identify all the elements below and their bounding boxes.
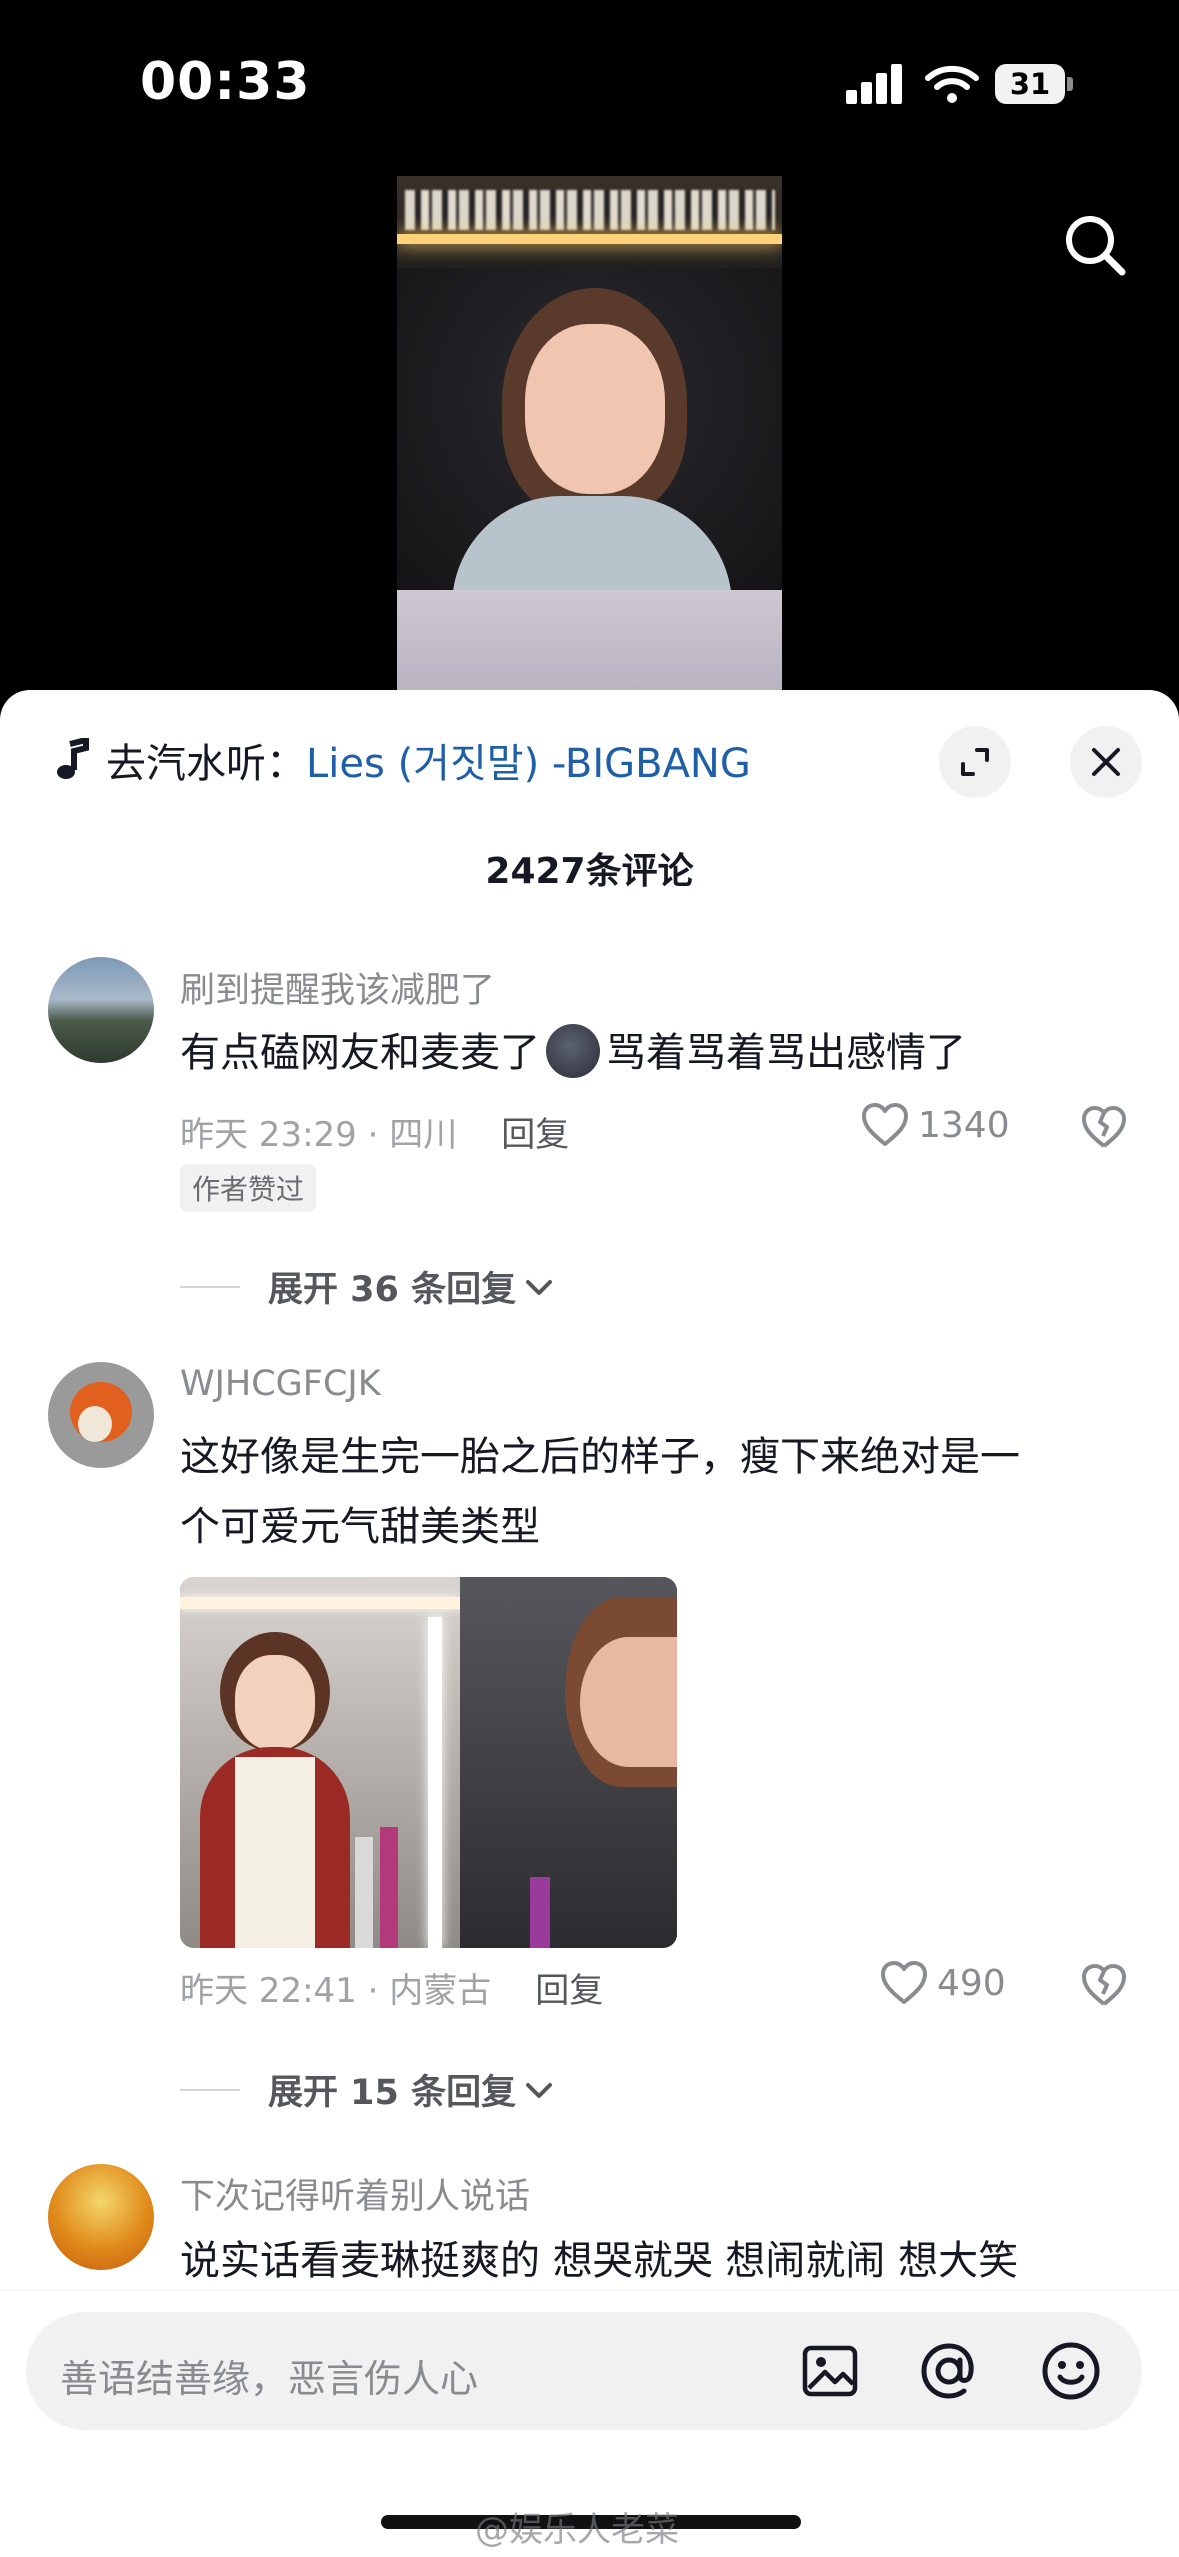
- comment-text: 说实话看麦琳挺爽的 想哭就哭 想闹就闹 想大笑: [180, 2238, 1019, 2284]
- comment-time-location: 昨天 23:29 · 四川: [180, 1115, 458, 1155]
- video-blur-area: [397, 590, 782, 690]
- comment-meta: 昨天 22:41 · 内蒙古 回复: [180, 1963, 603, 2012]
- comment-time-location: 昨天 22:41 · 内蒙古: [180, 1971, 492, 2011]
- emoji-icon[interactable]: [1040, 2340, 1102, 2402]
- comment-text: 这好像是生完一胎之后的样子，瘦下来绝对是一 个可爱元气甜美类型: [180, 1422, 1130, 1562]
- music-link[interactable]: 去汽水听： Lies (거짓말) -BIGBANG: [52, 735, 751, 787]
- music-note-icon: [57, 738, 89, 779]
- expand-button[interactable]: [939, 726, 1011, 798]
- reply-button[interactable]: 回复: [535, 1971, 603, 2011]
- music-song-title[interactable]: Lies (거짓말) -BIGBANG: [306, 731, 751, 789]
- search-icon[interactable]: [1060, 210, 1130, 280]
- avatar[interactable]: [48, 957, 154, 1063]
- comment-username[interactable]: 下次记得听着别人说话: [180, 2168, 530, 2219]
- comment-text: 有点磕网友和麦麦了 骂着骂着骂出感情了: [180, 1018, 1130, 1088]
- comment-input-placeholder[interactable]: 善语结善缘，恶言伤人心: [60, 2348, 478, 2403]
- comment-meta: 昨天 23:29 · 四川 回复: [180, 1107, 569, 1156]
- chevron-down-icon: [526, 1279, 553, 1295]
- expand-replies[interactable]: 展开 36 条回复: [180, 1261, 556, 1312]
- comment-count: 2427条评论: [485, 851, 694, 892]
- heart-icon: [881, 1961, 927, 2004]
- divider: [180, 2088, 240, 2091]
- author-liked-badge: 作者赞过: [180, 1164, 317, 1212]
- watermark: @娱乐人老菜: [475, 2510, 679, 2550]
- comment-text-part: 有点磕网友和麦麦了: [180, 1030, 540, 1076]
- wifi-icon: [925, 65, 979, 103]
- comment-image[interactable]: [180, 1577, 677, 1948]
- expand-icon: [961, 748, 989, 776]
- like-button[interactable]: 490: [879, 1960, 1006, 2006]
- broken-heart-icon[interactable]: [1080, 1962, 1128, 2010]
- expand-replies-label: 展开 15 条回复: [268, 2073, 517, 2113]
- avatar[interactable]: [48, 1362, 154, 1468]
- comment-text-part: 骂着骂着骂出感情了: [606, 1030, 966, 1076]
- close-button[interactable]: [1070, 726, 1142, 798]
- comment-text-line: 这好像是生完一胎之后的样子，瘦下来绝对是一: [180, 1434, 1020, 1480]
- close-icon: [1092, 748, 1120, 776]
- like-count: 490: [937, 1962, 1006, 2004]
- signal-icon: [846, 62, 904, 104]
- heart-icon: [862, 1103, 908, 1146]
- like-button[interactable]: 1340: [860, 1102, 1010, 1148]
- battery-icon: 31: [995, 64, 1073, 104]
- video-piano-decor: [405, 190, 775, 230]
- comment-text-line: 个可爱元气甜美类型: [180, 1504, 540, 1550]
- emoji-icon: [546, 1024, 600, 1078]
- video-player[interactable]: [397, 176, 782, 690]
- music-prefix: 去汽水听：: [106, 741, 306, 787]
- comment-username[interactable]: 刷到提醒我该减肥了: [180, 962, 495, 1013]
- reply-button[interactable]: 回复: [501, 1115, 569, 1155]
- expand-replies[interactable]: 展开 15 条回复: [180, 2064, 556, 2115]
- like-count: 1340: [918, 1104, 1010, 1146]
- expand-replies-label: 展开 36 条回复: [268, 1270, 517, 1310]
- video-light-strip: [397, 234, 782, 244]
- chevron-down-icon: [526, 2082, 553, 2098]
- at-icon[interactable]: [918, 2340, 980, 2402]
- comment-username[interactable]: WJHCGFCJK: [180, 1364, 381, 1404]
- divider: [180, 1285, 240, 1288]
- battery-level: 31: [1009, 67, 1051, 101]
- status-time: 00:33: [140, 52, 311, 112]
- video-person-face: [525, 324, 665, 494]
- avatar[interactable]: [48, 2164, 154, 2270]
- broken-heart-icon[interactable]: [1080, 1104, 1128, 1152]
- image-icon[interactable]: [801, 2342, 859, 2400]
